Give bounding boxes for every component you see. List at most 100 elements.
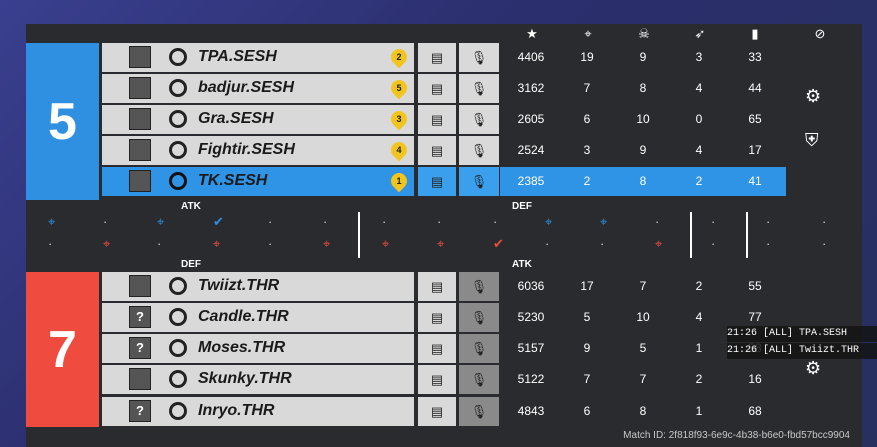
round-empty-icon: · [600, 236, 605, 251]
player-name-cell[interactable]: Fightir.SESH 4 [102, 136, 414, 165]
player-name-cell[interactable]: ? Candle.THR [102, 303, 414, 332]
player-name-cell[interactable]: badjur.SESH 5 [102, 74, 414, 103]
stat-assists: 1 [695, 404, 703, 418]
mic-button[interactable]: 🎙 [459, 397, 499, 426]
chat-button[interactable]: ▤ [418, 105, 456, 134]
player-name: TPA.SESH [198, 48, 277, 65]
stat-score: 5230 [517, 310, 545, 324]
defuse-win-icon: ✔ [213, 214, 224, 229]
round-empty-icon: · [382, 214, 387, 229]
chat-button[interactable]: ▤ [418, 397, 456, 426]
operator-icon [129, 170, 151, 192]
stat-kills: 2 [583, 174, 591, 188]
chat-log-line: 21:26 [ALL] Twiizt.THR [727, 343, 877, 359]
stat-assists: 4 [695, 81, 703, 95]
round-empty-icon: · [766, 214, 771, 229]
player-name-cell[interactable]: Gra.SESH 3 [102, 105, 414, 134]
chat-button[interactable]: ▤ [418, 167, 456, 196]
player-name: badjur.SESH [198, 79, 295, 96]
skull-icon: ☠ [638, 26, 650, 41]
player-stats: 5122 7 7 2 16 [500, 365, 786, 394]
player-name-cell[interactable]: TPA.SESH 2 [102, 43, 414, 72]
ubisoft-logo-icon [169, 141, 187, 159]
player-name: Candle.THR [198, 308, 289, 325]
stat-deaths: 5 [639, 341, 647, 355]
stat-ping: 33 [748, 50, 762, 64]
round-win-icon: ⌖ [157, 214, 165, 229]
round-win-icon: ⌖ [655, 236, 663, 251]
operator-icon: ? [129, 306, 151, 328]
ubisoft-logo-icon [169, 110, 187, 128]
stat-deaths: 9 [639, 50, 647, 64]
mic-muted-icon: 🎙 [470, 372, 488, 387]
blue-team-score: 5 [26, 43, 99, 200]
player-name-cell[interactable]: Skunky.THR [102, 365, 414, 394]
overtime-divider-2 [746, 212, 748, 258]
player-stats: 2524 3 9 4 17 [500, 136, 786, 165]
mic-button[interactable]: 🎙 [459, 136, 499, 165]
stat-assists: 2 [695, 279, 703, 293]
player-name: Inryo.THR [198, 402, 275, 419]
player-name-cell[interactable]: TK.SESH 1 [102, 167, 414, 196]
round-empty-icon: · [103, 214, 108, 229]
player-name-cell[interactable]: Twiizt.THR [102, 272, 414, 301]
operator-icon [129, 368, 151, 390]
chat-button[interactable]: ▤ [418, 303, 456, 332]
atk-label-top: ATK [181, 201, 201, 212]
player-stats: 6036 17 7 2 55 [500, 272, 786, 301]
chat-icon: ▤ [430, 404, 444, 419]
mic-button[interactable]: 🎙 [459, 272, 499, 301]
mic-button[interactable]: 🎙 [459, 105, 499, 134]
player-name: Gra.SESH [198, 110, 274, 127]
round-win-icon: ⌖ [213, 236, 221, 251]
round-empty-icon: · [268, 236, 273, 251]
ping-icon: ▮ [751, 26, 759, 41]
stat-assists: 0 [695, 112, 703, 126]
chat-button[interactable]: ▤ [418, 43, 456, 72]
player-name: Twiizt.THR [198, 277, 280, 294]
shield-icon: ⛨ [805, 130, 819, 150]
chat-button[interactable]: ▤ [418, 272, 456, 301]
chat-button[interactable]: ▤ [418, 365, 456, 394]
mic-button[interactable]: 🎙 [459, 303, 499, 332]
chat-icon: ▤ [430, 50, 444, 65]
stat-deaths: 9 [639, 143, 647, 157]
chat-icon: ▤ [430, 310, 444, 325]
stat-assists: 2 [695, 174, 703, 188]
ubisoft-logo-icon [169, 308, 187, 326]
mic-icon: 🎙 [470, 81, 488, 96]
stat-kills: 7 [583, 372, 591, 386]
match-id: Match ID: 2f818f93-6e9c-4b38-b6e0-fbd57b… [623, 430, 850, 441]
mic-button[interactable]: 🎙 [459, 74, 499, 103]
player-stats: 3162 7 8 4 44 [500, 74, 786, 103]
stat-kills: 6 [583, 112, 591, 126]
round-win-icon: ⌖ [437, 236, 445, 251]
chat-icon: ▤ [430, 341, 444, 356]
player-name: Skunky.THR [198, 370, 292, 387]
stat-kills: 17 [580, 279, 594, 293]
operator-icon [129, 139, 151, 161]
stat-deaths: 10 [636, 112, 650, 126]
player-name-cell[interactable]: ? Inryo.THR [102, 397, 414, 426]
chat-icon: ▤ [430, 143, 444, 158]
player-name-cell[interactable]: ? Moses.THR [102, 334, 414, 363]
player-stats: 2385 2 8 2 41 [500, 167, 786, 196]
chat-icon: ▤ [430, 174, 444, 189]
chat-button[interactable]: ▤ [418, 334, 456, 363]
stat-score: 2385 [517, 174, 545, 188]
stat-score: 4406 [517, 50, 545, 64]
mic-icon: 🎙 [470, 143, 488, 158]
mic-icon: 🎙 [470, 112, 488, 127]
round-empty-icon: · [655, 214, 660, 229]
stat-deaths: 10 [636, 310, 650, 324]
rank-badge: 4 [387, 138, 411, 162]
mic-button[interactable]: 🎙 [459, 167, 499, 196]
ban-icon: ⊘ [814, 26, 826, 41]
chat-button[interactable]: ▤ [418, 136, 456, 165]
stat-ping: 16 [748, 372, 762, 386]
mic-button[interactable]: 🎙 [459, 43, 499, 72]
mic-button[interactable]: 🎙 [459, 334, 499, 363]
chat-button[interactable]: ▤ [418, 74, 456, 103]
mic-button[interactable]: 🎙 [459, 365, 499, 394]
round-empty-icon: · [822, 214, 827, 229]
